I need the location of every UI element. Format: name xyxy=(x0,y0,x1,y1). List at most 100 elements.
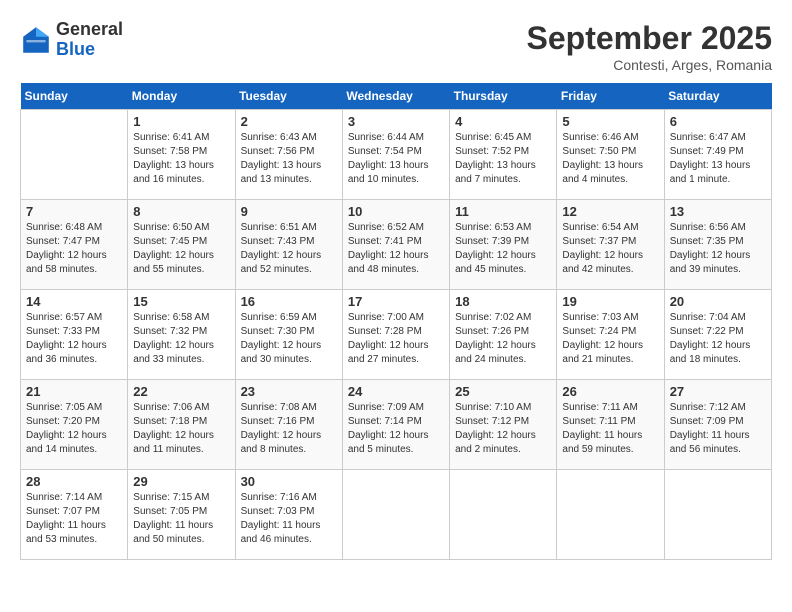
day-info: Sunrise: 6:41 AM Sunset: 7:58 PM Dayligh… xyxy=(133,131,229,187)
calendar-cell: 18 Sunrise: 7:02 AM Sunset: 7:26 PM Dayli… xyxy=(450,290,557,380)
calendar-cell: 28 Sunrise: 7:14 AM Sunset: 7:07 PM Dayli… xyxy=(21,470,128,560)
calendar-cell: 22 Sunrise: 7:06 AM Sunset: 7:18 PM Dayli… xyxy=(128,380,235,470)
calendar-cell: 14 Sunrise: 6:57 AM Sunset: 7:33 PM Dayli… xyxy=(21,290,128,380)
calendar-table: SundayMondayTuesdayWednesdayThursdayFrid… xyxy=(20,83,772,560)
day-number: 25 xyxy=(455,384,551,399)
day-info: Sunrise: 6:44 AM Sunset: 7:54 PM Dayligh… xyxy=(348,131,444,187)
day-info: Sunrise: 7:12 AM Sunset: 7:09 PM Dayligh… xyxy=(670,401,766,457)
day-number: 30 xyxy=(241,474,337,489)
day-info: Sunrise: 6:52 AM Sunset: 7:41 PM Dayligh… xyxy=(348,221,444,277)
day-number: 7 xyxy=(26,204,122,219)
day-number: 26 xyxy=(562,384,658,399)
day-info: Sunrise: 7:14 AM Sunset: 7:07 PM Dayligh… xyxy=(26,491,122,547)
day-info: Sunrise: 7:02 AM Sunset: 7:26 PM Dayligh… xyxy=(455,311,551,367)
day-number: 16 xyxy=(241,294,337,309)
calendar-cell: 19Sunrise: 7:03 AM Sunset: 7:24 PM Dayli… xyxy=(557,290,664,380)
day-number: 12 xyxy=(562,204,658,219)
calendar-cell: 30 Sunrise: 7:16 AM Sunset: 7:03 PM Dayli… xyxy=(235,470,342,560)
day-number: 3 xyxy=(348,114,444,129)
day-number: 13 xyxy=(670,204,766,219)
page-header: General Blue September 2025 Contesti, Ar… xyxy=(20,20,772,73)
calendar-cell: 10Sunrise: 6:52 AM Sunset: 7:41 PM Dayli… xyxy=(342,200,449,290)
day-number: 8 xyxy=(133,204,229,219)
day-info: Sunrise: 7:05 AM Sunset: 7:20 PM Dayligh… xyxy=(26,401,122,457)
header-friday: Friday xyxy=(557,83,664,110)
calendar-cell xyxy=(21,110,128,200)
calendar-cell: 26Sunrise: 7:11 AM Sunset: 7:11 PM Dayli… xyxy=(557,380,664,470)
day-info: Sunrise: 7:08 AM Sunset: 7:16 PM Dayligh… xyxy=(241,401,337,457)
header-wednesday: Wednesday xyxy=(342,83,449,110)
week-row-2: 7 Sunrise: 6:48 AM Sunset: 7:47 PM Daylig… xyxy=(21,200,772,290)
day-info: Sunrise: 6:45 AM Sunset: 7:52 PM Dayligh… xyxy=(455,131,551,187)
calendar-cell: 3 Sunrise: 6:44 AM Sunset: 7:54 PM Daylig… xyxy=(342,110,449,200)
day-info: Sunrise: 6:58 AM Sunset: 7:32 PM Dayligh… xyxy=(133,311,229,367)
calendar-cell: 1Sunrise: 6:41 AM Sunset: 7:58 PM Daylig… xyxy=(128,110,235,200)
day-info: Sunrise: 7:06 AM Sunset: 7:18 PM Dayligh… xyxy=(133,401,229,457)
calendar-cell: 8 Sunrise: 6:50 AM Sunset: 7:45 PM Daylig… xyxy=(128,200,235,290)
day-info: Sunrise: 6:48 AM Sunset: 7:47 PM Dayligh… xyxy=(26,221,122,277)
logo: General Blue xyxy=(20,20,123,60)
day-info: Sunrise: 7:10 AM Sunset: 7:12 PM Dayligh… xyxy=(455,401,551,457)
day-number: 17 xyxy=(348,294,444,309)
day-info: Sunrise: 7:03 AM Sunset: 7:24 PM Dayligh… xyxy=(562,311,658,367)
week-row-4: 21Sunrise: 7:05 AM Sunset: 7:20 PM Dayli… xyxy=(21,380,772,470)
day-info: Sunrise: 6:57 AM Sunset: 7:33 PM Dayligh… xyxy=(26,311,122,367)
day-info: Sunrise: 6:47 AM Sunset: 7:49 PM Dayligh… xyxy=(670,131,766,187)
day-number: 9 xyxy=(241,204,337,219)
calendar-cell xyxy=(557,470,664,560)
calendar-cell: 24 Sunrise: 7:09 AM Sunset: 7:14 PM Dayli… xyxy=(342,380,449,470)
calendar-cell xyxy=(664,470,771,560)
day-info: Sunrise: 7:04 AM Sunset: 7:22 PM Dayligh… xyxy=(670,311,766,367)
day-info: Sunrise: 7:16 AM Sunset: 7:03 PM Dayligh… xyxy=(241,491,337,547)
calendar-cell: 6 Sunrise: 6:47 AM Sunset: 7:49 PM Daylig… xyxy=(664,110,771,200)
calendar-cell: 23 Sunrise: 7:08 AM Sunset: 7:16 PM Dayli… xyxy=(235,380,342,470)
header-monday: Monday xyxy=(128,83,235,110)
calendar-cell: 20 Sunrise: 7:04 AM Sunset: 7:22 PM Dayli… xyxy=(664,290,771,380)
calendar-cell: 7 Sunrise: 6:48 AM Sunset: 7:47 PM Daylig… xyxy=(21,200,128,290)
header-tuesday: Tuesday xyxy=(235,83,342,110)
logo-text: General Blue xyxy=(56,20,123,60)
calendar-cell: 5Sunrise: 6:46 AM Sunset: 7:50 PM Daylig… xyxy=(557,110,664,200)
day-number: 2 xyxy=(241,114,337,129)
day-info: Sunrise: 7:09 AM Sunset: 7:14 PM Dayligh… xyxy=(348,401,444,457)
calendar-cell: 16 Sunrise: 6:59 AM Sunset: 7:30 PM Dayli… xyxy=(235,290,342,380)
calendar-cell: 25 Sunrise: 7:10 AM Sunset: 7:12 PM Dayli… xyxy=(450,380,557,470)
day-number: 29 xyxy=(133,474,229,489)
calendar-cell: 21Sunrise: 7:05 AM Sunset: 7:20 PM Dayli… xyxy=(21,380,128,470)
day-number: 11 xyxy=(455,204,551,219)
day-number: 23 xyxy=(241,384,337,399)
calendar-cell xyxy=(450,470,557,560)
calendar-cell: 12Sunrise: 6:54 AM Sunset: 7:37 PM Dayli… xyxy=(557,200,664,290)
calendar-cell: 11 Sunrise: 6:53 AM Sunset: 7:39 PM Dayli… xyxy=(450,200,557,290)
calendar-cell: 2 Sunrise: 6:43 AM Sunset: 7:56 PM Daylig… xyxy=(235,110,342,200)
header-sunday: Sunday xyxy=(21,83,128,110)
calendar-cell: 13 Sunrise: 6:56 AM Sunset: 7:35 PM Dayli… xyxy=(664,200,771,290)
day-info: Sunrise: 6:59 AM Sunset: 7:30 PM Dayligh… xyxy=(241,311,337,367)
calendar-header-row: SundayMondayTuesdayWednesdayThursdayFrid… xyxy=(21,83,772,110)
day-info: Sunrise: 7:00 AM Sunset: 7:28 PM Dayligh… xyxy=(348,311,444,367)
day-info: Sunrise: 6:51 AM Sunset: 7:43 PM Dayligh… xyxy=(241,221,337,277)
month-title: September 2025 xyxy=(527,20,772,57)
day-number: 6 xyxy=(670,114,766,129)
calendar-cell xyxy=(342,470,449,560)
day-info: Sunrise: 6:50 AM Sunset: 7:45 PM Dayligh… xyxy=(133,221,229,277)
day-number: 22 xyxy=(133,384,229,399)
day-info: Sunrise: 6:56 AM Sunset: 7:35 PM Dayligh… xyxy=(670,221,766,277)
calendar-cell: 15Sunrise: 6:58 AM Sunset: 7:32 PM Dayli… xyxy=(128,290,235,380)
week-row-5: 28 Sunrise: 7:14 AM Sunset: 7:07 PM Dayli… xyxy=(21,470,772,560)
day-number: 27 xyxy=(670,384,766,399)
title-block: September 2025 Contesti, Arges, Romania xyxy=(527,20,772,73)
day-number: 4 xyxy=(455,114,551,129)
day-number: 14 xyxy=(26,294,122,309)
calendar-cell: 17 Sunrise: 7:00 AM Sunset: 7:28 PM Dayli… xyxy=(342,290,449,380)
header-thursday: Thursday xyxy=(450,83,557,110)
calendar-cell: 27 Sunrise: 7:12 AM Sunset: 7:09 PM Dayli… xyxy=(664,380,771,470)
day-number: 20 xyxy=(670,294,766,309)
week-row-3: 14 Sunrise: 6:57 AM Sunset: 7:33 PM Dayli… xyxy=(21,290,772,380)
day-number: 24 xyxy=(348,384,444,399)
day-number: 28 xyxy=(26,474,122,489)
day-number: 18 xyxy=(455,294,551,309)
day-info: Sunrise: 6:43 AM Sunset: 7:56 PM Dayligh… xyxy=(241,131,337,187)
calendar-cell: 4 Sunrise: 6:45 AM Sunset: 7:52 PM Daylig… xyxy=(450,110,557,200)
day-info: Sunrise: 6:53 AM Sunset: 7:39 PM Dayligh… xyxy=(455,221,551,277)
